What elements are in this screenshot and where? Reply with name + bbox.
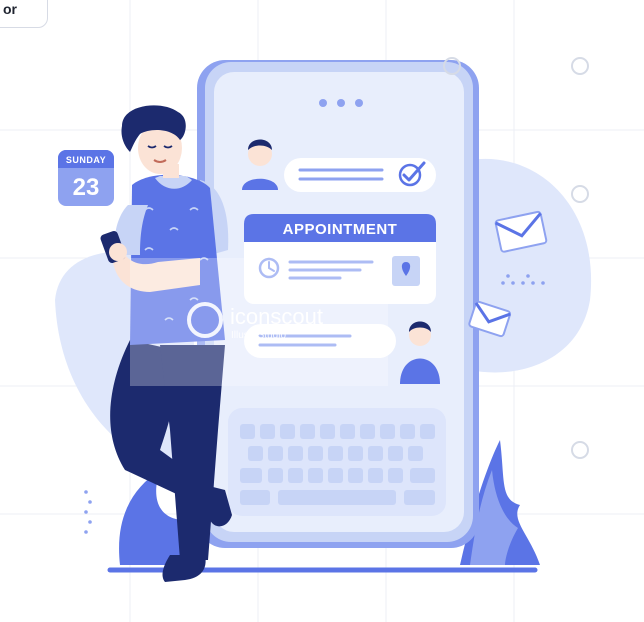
watermark: iconscout Illustr Studio [130,258,388,386]
calendar-month: SUNDAY [66,155,106,165]
appointment-title: APPOINTMENT [283,221,398,238]
keyboard [228,408,446,516]
appointment-illustration: APPOINTMENT SUNDAY 23 iconscout Illustr … [0,0,644,622]
calendar-day: 23 [73,174,100,201]
watermark-brand: iconscout [230,304,323,329]
watermark-sub: Illustr Studio [231,330,286,341]
calendar-icon: SUNDAY 23 [58,150,114,206]
illustration-stage: or APPOINTMENT SUNDAY 23 iconscout Illus… [0,0,644,622]
chat-bubble-top [284,158,436,192]
